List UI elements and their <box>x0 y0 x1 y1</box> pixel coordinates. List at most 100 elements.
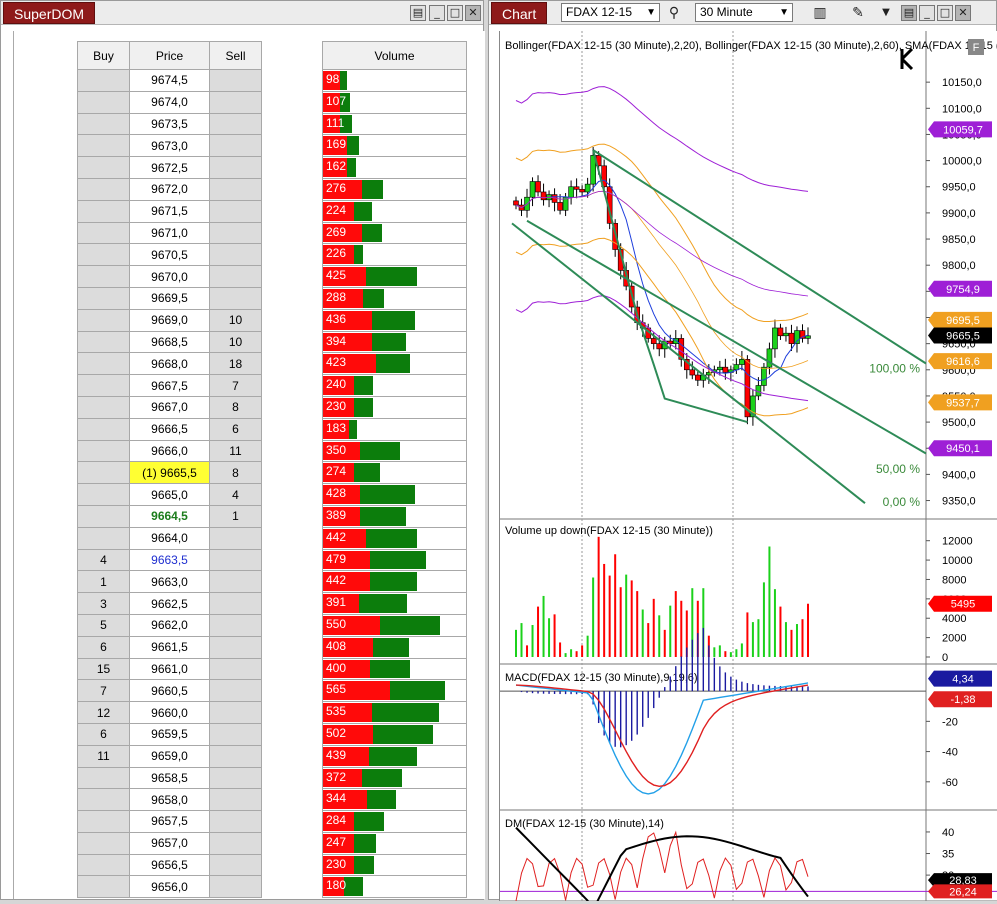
buy-cell[interactable] <box>77 265 130 288</box>
chart-area[interactable]: 10150,010100,010050,010000,09950,09900,0… <box>499 31 997 904</box>
instrument-select[interactable]: FDAX 12-15 ▼ <box>561 3 660 22</box>
price-cell[interactable]: 9669,5 <box>129 286 210 310</box>
sell-cell[interactable]: 11 <box>209 439 262 463</box>
price-cell[interactable]: 9664,5 <box>129 504 210 528</box>
price-cell[interactable]: 9660,5 <box>129 679 210 703</box>
price-cell[interactable]: 9665,0 <box>129 483 210 506</box>
price-cell[interactable]: 9658,0 <box>129 788 210 812</box>
sell-cell[interactable]: 7 <box>209 374 262 397</box>
buy-cell[interactable] <box>77 156 130 179</box>
sell-cell[interactable] <box>209 592 262 615</box>
buy-cell[interactable] <box>77 875 130 899</box>
buy-cell[interactable] <box>77 352 130 376</box>
sell-cell[interactable] <box>209 613 262 637</box>
price-cell[interactable]: 9664,0 <box>129 526 210 550</box>
price-cell[interactable]: (1) 9665,5 <box>129 461 210 485</box>
sell-cell[interactable] <box>209 701 262 724</box>
buy-cell[interactable] <box>77 483 130 506</box>
buy-cell[interactable] <box>77 766 130 790</box>
buy-cell[interactable]: 6 <box>77 635 130 659</box>
maximize-icon[interactable]: □ <box>937 5 953 21</box>
price-cell[interactable]: 9671,5 <box>129 199 210 223</box>
price-cell[interactable]: 9674,0 <box>129 90 210 114</box>
price-cell[interactable]: 9666,0 <box>129 439 210 463</box>
price-cell[interactable]: 9670,5 <box>129 243 210 267</box>
buy-cell[interactable] <box>77 112 130 136</box>
buy-cell[interactable] <box>77 243 130 267</box>
price-cell[interactable]: 9658,5 <box>129 766 210 790</box>
price-cell[interactable]: 9656,5 <box>129 853 210 877</box>
price-cell[interactable]: 9659,5 <box>129 722 210 746</box>
price-cell[interactable]: 9663,5 <box>129 548 210 572</box>
buy-cell[interactable] <box>77 461 130 485</box>
window-list-icon[interactable]: ▤ <box>410 5 426 21</box>
window-list-icon[interactable]: ▤ <box>901 5 917 21</box>
sell-cell[interactable]: 10 <box>209 330 262 354</box>
price-cell[interactable]: 9668,0 <box>129 352 210 376</box>
buy-cell[interactable] <box>77 69 130 92</box>
sell-cell[interactable] <box>209 90 262 114</box>
buy-cell[interactable] <box>77 831 130 855</box>
buy-cell[interactable] <box>77 853 130 877</box>
minimize-icon[interactable]: _ <box>919 5 935 21</box>
minimize-icon[interactable]: _ <box>429 5 445 21</box>
sell-cell[interactable] <box>209 526 262 550</box>
chart-canvas[interactable]: 10150,010100,010050,010000,09950,09900,0… <box>500 31 997 904</box>
interval-select[interactable]: 30 Minute ▼ <box>695 3 793 22</box>
price-cell[interactable]: 9668,5 <box>129 330 210 354</box>
sell-cell[interactable]: 6 <box>209 417 262 441</box>
chart-title[interactable]: Chart <box>491 2 548 24</box>
sell-cell[interactable] <box>209 134 262 158</box>
buy-cell[interactable] <box>77 504 130 528</box>
price-cell[interactable]: 9656,0 <box>129 875 210 899</box>
sell-cell[interactable] <box>209 243 262 267</box>
buy-cell[interactable]: 6 <box>77 722 130 746</box>
sell-cell[interactable]: 8 <box>209 395 262 419</box>
buy-cell[interactable] <box>77 199 130 223</box>
sell-cell[interactable] <box>209 853 262 877</box>
buy-cell[interactable] <box>77 177 130 201</box>
price-cell[interactable]: 9673,0 <box>129 134 210 158</box>
sell-cell[interactable] <box>209 69 262 92</box>
price-cell[interactable]: 9673,5 <box>129 112 210 136</box>
price-cell[interactable]: 9672,0 <box>129 177 210 201</box>
buy-cell[interactable]: 3 <box>77 592 130 615</box>
buy-cell[interactable]: 7 <box>77 679 130 703</box>
buy-cell[interactable] <box>77 788 130 812</box>
close-icon[interactable]: ✕ <box>955 5 971 21</box>
buy-cell[interactable]: 5 <box>77 613 130 637</box>
price-cell[interactable]: 9667,5 <box>129 374 210 397</box>
sell-cell[interactable] <box>209 875 262 899</box>
sell-cell[interactable] <box>209 831 262 855</box>
buy-cell[interactable] <box>77 330 130 354</box>
bar-type-icon[interactable]: ▥ <box>811 4 829 22</box>
buy-cell[interactable] <box>77 134 130 158</box>
sell-cell[interactable] <box>209 722 262 746</box>
sell-cell[interactable] <box>209 788 262 812</box>
price-cell[interactable]: 9661,0 <box>129 657 210 681</box>
maximize-icon[interactable]: □ <box>447 5 463 21</box>
sell-cell[interactable] <box>209 548 262 572</box>
sell-cell[interactable]: 4 <box>209 483 262 506</box>
buy-cell[interactable] <box>77 221 130 245</box>
superdom-title[interactable]: SuperDOM <box>3 2 96 24</box>
price-cell[interactable]: 9674,5 <box>129 69 210 92</box>
buy-cell[interactable]: 4 <box>77 548 130 572</box>
sell-cell[interactable] <box>209 810 262 833</box>
sell-cell[interactable] <box>209 156 262 179</box>
price-cell[interactable]: 9662,0 <box>129 613 210 637</box>
buy-cell[interactable] <box>77 417 130 441</box>
sell-cell[interactable] <box>209 112 262 136</box>
buy-cell[interactable] <box>77 526 130 550</box>
price-cell[interactable]: 9669,0 <box>129 308 210 332</box>
buy-cell[interactable] <box>77 286 130 310</box>
price-cell[interactable]: 9663,0 <box>129 570 210 594</box>
price-cell[interactable]: 9657,0 <box>129 831 210 855</box>
sell-cell[interactable] <box>209 766 262 790</box>
sell-cell[interactable]: 8 <box>209 461 262 485</box>
sell-cell[interactable] <box>209 286 262 310</box>
sell-cell[interactable] <box>209 199 262 223</box>
sell-cell[interactable]: 18 <box>209 352 262 376</box>
price-cell[interactable]: 9671,0 <box>129 221 210 245</box>
price-cell[interactable]: 9657,5 <box>129 810 210 833</box>
